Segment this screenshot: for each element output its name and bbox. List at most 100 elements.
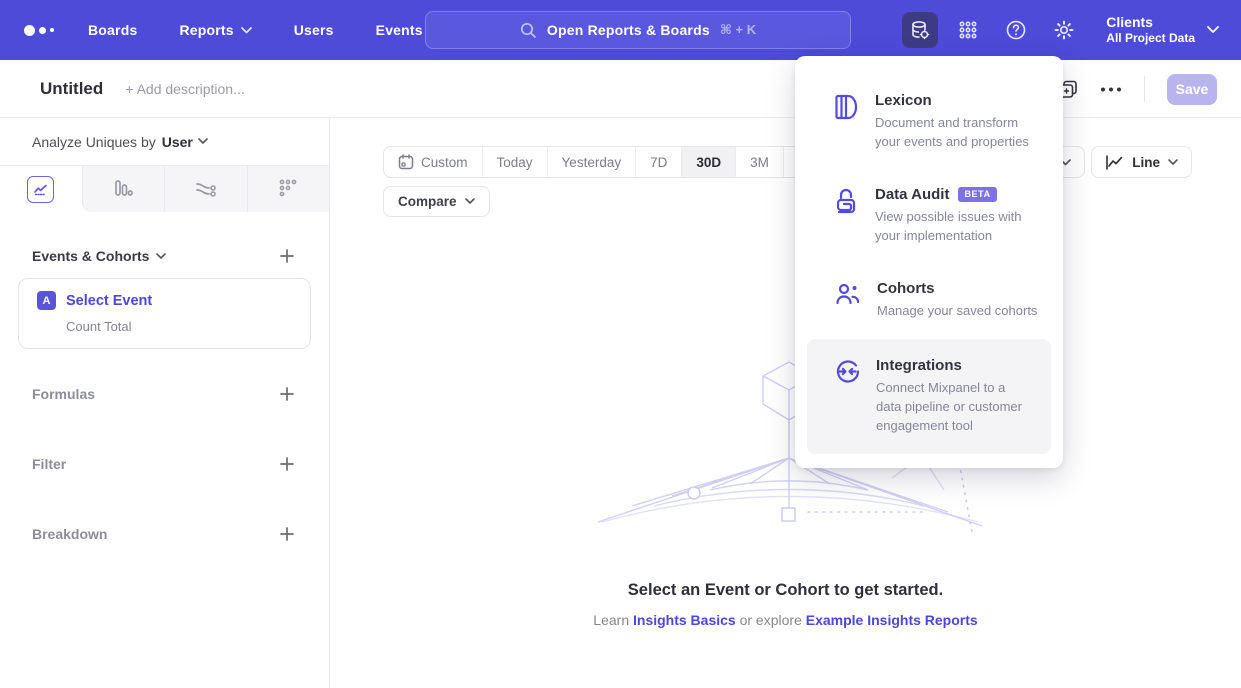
plus-icon [279,248,295,264]
series-badge: A [37,291,56,310]
flows-tab[interactable] [164,166,247,212]
formulas-label: Formulas [32,386,95,402]
chevron-down-icon [156,253,166,260]
ellipsis-icon [1100,87,1122,92]
line-chart-tab-icon [27,176,54,203]
line-chart-tab[interactable] [0,166,82,212]
analyze-entity-dropdown[interactable]: User [162,134,208,150]
date-range-today[interactable]: Today [482,147,547,177]
chevron-down-icon [1207,26,1219,34]
nav-item-users-label: Users [294,22,334,38]
filter-section: Filter [0,443,329,485]
report-canvas: Custom Today Yesterday 7D 30D 3M 6M Comp… [330,118,1241,688]
menu-item-data-audit-title: Data Audit BETA [875,186,1043,203]
apps-grid-icon [958,20,978,40]
nav-item-reports[interactable]: Reports [179,22,251,38]
search-placeholder: Open Reports & Boards [547,22,710,38]
menu-item-lexicon-title: Lexicon [875,92,1043,109]
data-audit-icon [835,186,859,246]
events-cohorts-label: Events & Cohorts [32,248,149,264]
integrations-icon [835,357,860,436]
empty-state-prefix: Learn [593,612,629,628]
data-management-icon [909,19,931,41]
analyze-label: Analyze Uniques by [32,134,156,150]
menu-item-data-audit[interactable]: Data Audit BETA View possible issues wit… [795,186,1063,246]
compare-button[interactable]: Compare [383,186,490,217]
menu-item-integrations-title: Integrations [876,357,1033,374]
nav-item-events[interactable]: Events [376,22,423,38]
help-icon [1005,19,1027,41]
mixpanel-logo-icon[interactable] [24,25,54,36]
formulas-section: Formulas [0,373,329,415]
chevron-down-icon [1168,159,1178,166]
menu-item-lexicon[interactable]: Lexicon Document and transform your even… [795,92,1063,152]
help-button[interactable] [998,12,1034,48]
add-event-button[interactable] [279,248,295,264]
add-filter-button[interactable] [279,456,295,472]
header-divider [1144,76,1145,102]
chevron-down-icon [241,27,252,34]
search-shortcut: ⌘ + K [720,22,756,38]
apps-grid-button[interactable] [950,12,986,48]
nav-item-users[interactable]: Users [294,22,334,38]
grid-tab[interactable] [247,166,330,212]
analyze-uniques-row: Analyze Uniques by User [0,118,329,166]
menu-item-cohorts-description: Manage your saved cohorts [877,302,1037,321]
filter-label: Filter [32,456,66,472]
mixpanel-insights-app: Boards Reports Users Events Open Reports… [0,0,1241,688]
data-management-button[interactable] [902,12,938,48]
menu-item-integrations-description: Connect Mixpanel to a data pipeline or c… [876,379,1033,436]
date-range-3m[interactable]: 3M [735,147,783,177]
date-range-yesterday[interactable]: Yesterday [547,147,636,177]
date-range-7d[interactable]: 7D [635,147,681,177]
menu-item-integrations[interactable]: Integrations Connect Mixpanel to a data … [807,339,1051,454]
plus-icon [279,526,295,542]
add-formula-button[interactable] [279,386,295,402]
empty-state-subtitle: Learn Insights Basics or explore Example… [330,612,1241,628]
report-title[interactable]: Untitled [40,79,103,99]
analyze-entity-value: User [162,134,193,150]
settings-button[interactable] [1046,12,1082,48]
project-selector[interactable]: Clients All Project Data [1106,14,1219,47]
compare-label: Compare [398,194,457,209]
date-range-custom[interactable]: Custom [384,147,482,177]
event-row-card[interactable]: A Select Event Count Total [18,278,311,349]
settings-icon [1053,19,1075,41]
plus-icon [279,456,295,472]
chart-type-value: Line [1132,155,1160,170]
menu-item-cohorts[interactable]: Cohorts Manage your saved cohorts [795,280,1063,321]
top-navigation-bar: Boards Reports Users Events Open Reports… [0,0,1241,60]
add-breakdown-button[interactable] [279,526,295,542]
calendar-icon [398,154,414,170]
report-description-placeholder[interactable]: + Add description... [125,81,244,97]
line-chart-icon [1105,154,1124,171]
example-insights-reports-link[interactable]: Example Insights Reports [806,612,978,628]
global-search-input[interactable]: Open Reports & Boards ⌘ + K [425,11,851,49]
breakdown-label: Breakdown [32,526,107,542]
query-builder-sidebar: Analyze Uniques by User [0,118,330,688]
nav-item-reports-label: Reports [179,22,233,38]
flows-tab-icon [194,178,218,200]
bar-chart-tab[interactable] [82,166,165,212]
grid-tab-icon [277,178,299,200]
lexicon-icon [835,92,859,152]
chart-type-dropdown[interactable]: Line [1091,146,1192,178]
select-event-button[interactable]: Select Event [66,293,152,309]
menu-item-data-audit-description: View possible issues with your implement… [875,208,1043,246]
nav-item-boards[interactable]: Boards [88,22,137,38]
menu-item-cohorts-title: Cohorts [877,280,1037,297]
bar-chart-tab-icon [112,178,134,200]
plus-icon [279,386,295,402]
more-options-button[interactable] [1100,87,1122,92]
nav-item-events-label: Events [376,22,423,38]
count-total-selector[interactable]: Count Total [66,319,296,334]
data-management-menu: Lexicon Document and transform your even… [795,56,1063,468]
date-range-30d[interactable]: 30D [681,147,735,177]
chevron-down-icon [465,198,475,205]
date-range-custom-label: Custom [421,155,468,170]
empty-state-middle: or explore [740,612,802,628]
nav-right-cluster: Clients All Project Data [902,0,1241,60]
save-button[interactable]: Save [1167,74,1217,105]
events-cohorts-title[interactable]: Events & Cohorts [32,248,166,264]
insights-basics-link[interactable]: Insights Basics [633,612,736,628]
